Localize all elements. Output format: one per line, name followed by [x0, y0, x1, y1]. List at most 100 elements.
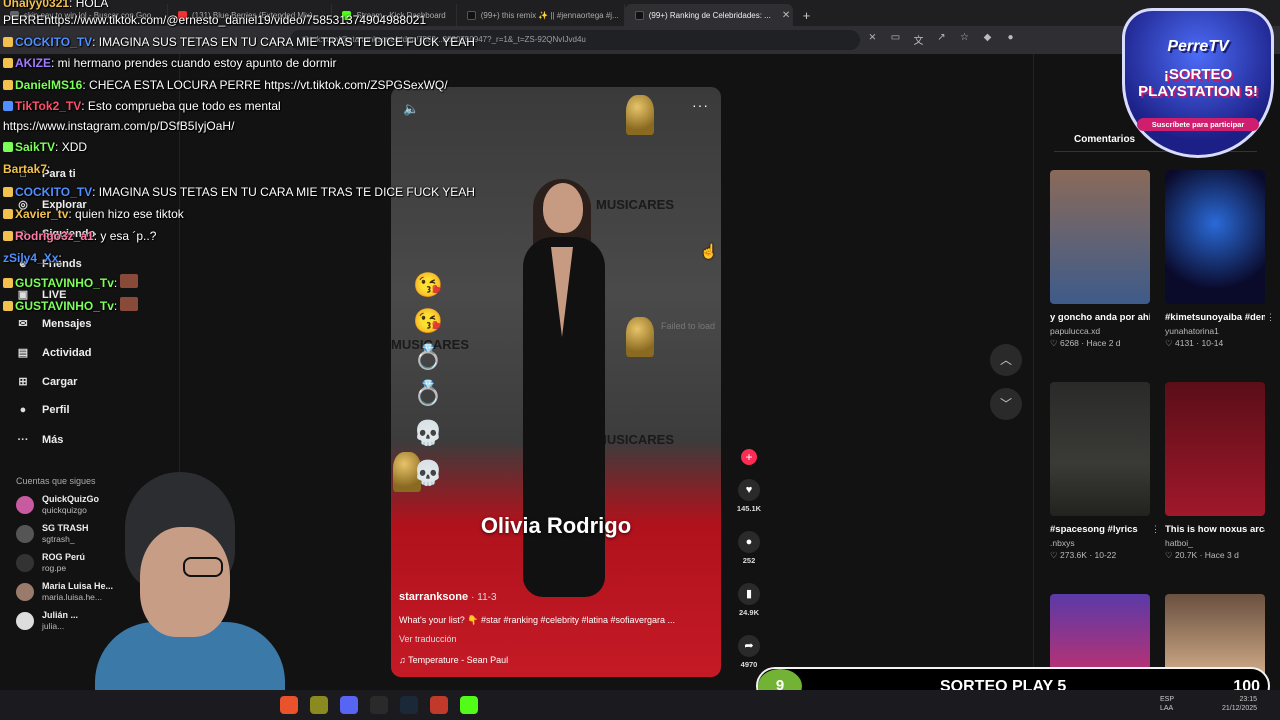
- sidebar-item-label: Mensajes: [42, 317, 92, 330]
- system-clock[interactable]: 23:15 21/12/2025: [1222, 695, 1257, 713]
- sidebar-item-mensajes[interactable]: ✉ Mensajes: [16, 317, 92, 331]
- youtube-favicon-icon: [178, 10, 187, 20]
- windows-taskbar: ESP LAA 23:15 21/12/2025: [0, 690, 1280, 720]
- friends-icon: ☻: [17, 258, 29, 270]
- video-thumbnail: [1165, 170, 1265, 304]
- app-icon[interactable]: [310, 696, 328, 714]
- browser-tab[interactable]: (99+) this remix ✨ || #jennaortega #j...: [457, 4, 625, 26]
- video-author[interactable]: starranksone · 11-3: [399, 591, 497, 603]
- brave-icon[interactable]: [280, 696, 298, 714]
- ring-emoji-icon: 💍: [413, 344, 443, 371]
- star-icon[interactable]: ☆: [958, 32, 971, 47]
- kick-icon[interactable]: [460, 696, 478, 714]
- author-username[interactable]: starranksone: [399, 591, 468, 603]
- close-tab-icon[interactable]: ✕: [782, 10, 790, 21]
- message-icon: ✉: [18, 318, 28, 330]
- browser-tab-active[interactable]: (99+) Ranking de Celebridades: ... ✕: [624, 4, 793, 26]
- followed-account[interactable]: Julián ... julia...: [16, 610, 78, 632]
- browser-tab[interactable]: (131) Blue Berries (Extended Mix) ...: [168, 4, 333, 26]
- avatar: [16, 496, 34, 514]
- new-tab-button[interactable]: +: [793, 4, 821, 26]
- screen-icon[interactable]: ▭: [889, 32, 902, 47]
- video-thumbnail: [1165, 382, 1265, 516]
- tab-label: (99+) this remix ✨ || #jennaortega #j...: [480, 10, 619, 20]
- save-count: 24.9K: [738, 608, 759, 617]
- card-user: .nbxys: [1050, 538, 1075, 548]
- kick-favicon-icon: [342, 10, 352, 20]
- discord-icon[interactable]: [340, 696, 358, 714]
- previous-video-button[interactable]: ︿: [990, 344, 1022, 376]
- sidebar-item-label: Friends: [42, 258, 82, 270]
- video-card[interactable]: #kimetsunoyaiba #demonslayer... yunahato…: [1165, 170, 1275, 349]
- video-title-overlay: Olivia Rodrigo: [480, 513, 632, 538]
- like-button[interactable]: ♥ 145.1K: [733, 479, 765, 513]
- sidebar-item-explorar[interactable]: ◎ Explorar: [16, 198, 87, 212]
- browser-tab[interactable]: skin pay to win lol - Buscar con Goo...: [0, 4, 168, 26]
- steam-icon[interactable]: [400, 696, 418, 714]
- video-player[interactable]: MUSICARES MUSICARES MUSICARES 😘 😘 💍 💍 💀 …: [391, 87, 721, 677]
- sidebar-item-perfil[interactable]: ● Perfil: [16, 404, 70, 416]
- video-card[interactable]: #spacesong #lyrics .nbxys ♡ 273.6K · 10-…: [1050, 382, 1160, 561]
- heart-icon: ♡: [1050, 550, 1058, 560]
- more-vertical-icon[interactable]: ⋮: [1151, 524, 1160, 535]
- card-likes: 6268: [1060, 338, 1079, 348]
- sidebar-item-actividad[interactable]: ▤ Actividad: [16, 346, 92, 360]
- chrome-icon[interactable]: [430, 696, 448, 714]
- language-layout: LAA: [1160, 705, 1174, 712]
- chevron-up-icon: ︿: [999, 353, 1012, 367]
- video-thumbnail: [1050, 382, 1150, 516]
- followed-account[interactable]: SG TRASH sgtrash_: [16, 523, 89, 545]
- save-button[interactable]: ▮ 24.9K: [733, 583, 765, 617]
- sidebar-item-para-ti[interactable]: ⌂ Para ti: [16, 168, 76, 180]
- video-card[interactable]: This is how noxus arcane ends... hatboi_…: [1165, 382, 1265, 561]
- live-icon: ▣: [17, 289, 29, 301]
- streamer-webcam: [95, 472, 285, 720]
- browser-tab[interactable]: Stream - Kick Dashboard: [332, 4, 457, 26]
- share-button[interactable]: ➦ 4970: [733, 635, 765, 669]
- sound-off-icon[interactable]: ⨯: [866, 32, 879, 47]
- sidebar-item-mas[interactable]: ··· Más: [16, 434, 64, 446]
- sidebar-item-friends[interactable]: ☻ Friends: [16, 258, 82, 270]
- tab-label: (131) Blue Berries (Extended Mix) ...: [192, 10, 322, 20]
- avatar: [16, 525, 34, 543]
- activity-icon: ▤: [17, 347, 29, 359]
- terminal-icon[interactable]: [370, 696, 388, 714]
- sidebar-item-live[interactable]: ▣ LIVE: [16, 288, 67, 302]
- skull-emoji-icon: 💀: [413, 420, 443, 447]
- video-card[interactable]: y goncho anda por ahi tambien... papuluc…: [1050, 170, 1150, 349]
- comment-button[interactable]: ● 252: [733, 531, 765, 565]
- backdrop-logo: MUSICARES: [596, 432, 675, 447]
- perretv-giveaway-badge: PerreTV ¡SORTEO PLAYSTATION 5! Suscríbet…: [1117, 8, 1279, 160]
- sidebar-item-label: Actividad: [42, 346, 92, 359]
- account-name: Julián ...: [42, 610, 79, 620]
- next-video-button[interactable]: ﹀: [990, 388, 1022, 420]
- following-title: Cuentas que sigues: [16, 476, 96, 486]
- tab-label: (99+) Ranking de Celebridades: ...: [648, 10, 771, 20]
- mouse-cursor-icon: ☝: [700, 243, 718, 259]
- chevron-down-icon: ﹀: [999, 397, 1012, 411]
- followed-account[interactable]: ROG Perú rog.pe: [16, 552, 85, 574]
- translate-link[interactable]: Ver traducción: [399, 634, 457, 644]
- followed-account[interactable]: QuickQuizGo quickquizgo: [16, 494, 99, 516]
- favicon-icon: [10, 10, 19, 20]
- translate-icon[interactable]: 文: [912, 32, 925, 47]
- music-track[interactable]: ♫ Temperature - Sean Paul: [399, 655, 508, 665]
- sidebar-item-siguiendo[interactable]: ☺ Siguiendo: [16, 228, 95, 240]
- more-vertical-icon[interactable]: ⋮: [1266, 312, 1275, 323]
- volume-icon[interactable]: 🔈: [403, 101, 419, 117]
- card-meta: ♡ 4131 · 10-14: [1165, 338, 1224, 348]
- sidebar-item-cargar[interactable]: ⊞ Cargar: [16, 375, 77, 389]
- more-options-icon[interactable]: ···: [692, 97, 709, 113]
- clock-date: 21/12/2025: [1222, 705, 1258, 712]
- sidebar-item-label: Explorar: [42, 198, 87, 211]
- profile-extension-icon[interactable]: ●: [1004, 32, 1017, 47]
- card-date: Hace 3 d: [1204, 550, 1239, 560]
- follow-button[interactable]: +: [733, 449, 765, 465]
- language-indicator[interactable]: ESP LAA: [1160, 695, 1174, 713]
- video-caption: What's your list? 👇 #star #ranking #cele…: [399, 615, 676, 625]
- extension-icon[interactable]: ◆: [981, 32, 994, 47]
- address-bar[interactable]: tiktok.com/@starranksone/video/7563...80…: [290, 30, 860, 50]
- failed-to-load-text: Failed to load: [661, 321, 716, 331]
- share-icon[interactable]: ↗: [935, 32, 948, 47]
- grammy-trophy-icon: [626, 317, 654, 357]
